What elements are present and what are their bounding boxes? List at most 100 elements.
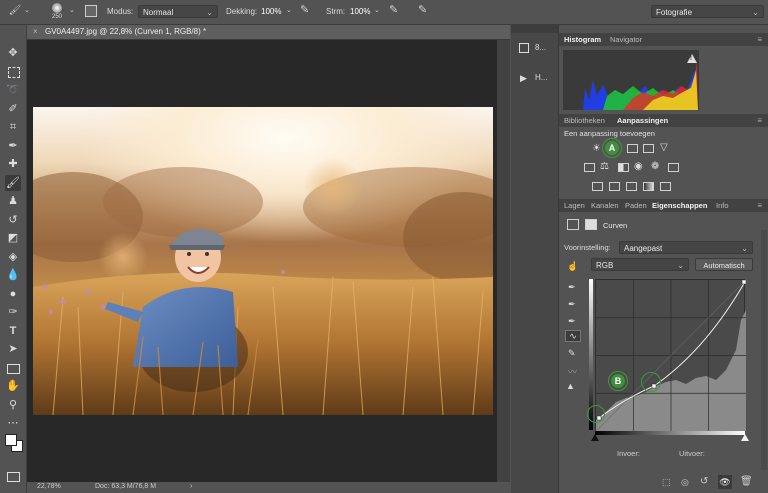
pencil-draw-icon[interactable]: ✎ [568, 348, 576, 359]
preset-label: Voorinstelling: [564, 243, 611, 252]
channel-select[interactable]: RGB ⌄ [591, 258, 689, 271]
foreground-color-swatch[interactable] [5, 434, 17, 446]
tab-adjustments[interactable]: Aanpassingen [617, 116, 668, 125]
histogram-graph [583, 60, 698, 110]
marquee-tool-icon[interactable] [5, 64, 21, 80]
history-panel-button[interactable]: 8... [515, 39, 555, 57]
vibrance-icon[interactable]: ▽ [660, 142, 668, 153]
curve-point-tool-icon[interactable]: ∿ [565, 330, 581, 342]
blur-tool-icon[interactable]: 💧 [5, 267, 21, 283]
status-menu-arrow[interactable]: › [190, 483, 192, 490]
panel-menu-icon[interactable]: ≡ [757, 116, 762, 125]
workspace-select[interactable]: Fotografie ⌄ [651, 5, 764, 18]
curves-svg [595, 279, 747, 432]
smooth-curve-icon[interactable]: 〰 [568, 365, 577, 378]
document-tab[interactable]: × GV0A4497.jpg @ 22,8% (Curven 1, RGB/8)… [27, 25, 510, 40]
vertical-scrollbar[interactable] [497, 40, 510, 482]
hand-tool-icon[interactable]: ✋ [5, 378, 21, 394]
preset-select[interactable]: Aangepast ⌄ [619, 241, 753, 254]
clone-stamp-tool-icon[interactable]: ♟ [5, 193, 21, 209]
hue-saturation-icon[interactable] [584, 163, 595, 172]
photo-canvas[interactable] [33, 107, 493, 415]
right-panel-dock: Histogram Navigator ≡ ! Bibliotheken Aan… [559, 25, 768, 493]
warning-icon[interactable] [687, 54, 697, 63]
curves-adjustment-icon[interactable] [627, 144, 638, 153]
quick-selection-tool-icon[interactable]: ✐ [5, 101, 21, 117]
black-white-icon[interactable] [618, 163, 629, 172]
airbrush-icon[interactable]: ✎ [389, 5, 398, 16]
brightness-contrast-icon[interactable]: ☀ [592, 143, 601, 154]
clip-to-layer-icon[interactable]: ⬚ [662, 477, 671, 488]
move-tool-icon[interactable]: ✥ [5, 45, 21, 61]
white-point-slider[interactable] [741, 434, 749, 441]
zoom-tool-icon[interactable]: ⚲ [5, 397, 21, 413]
tab-layers[interactable]: Lagen [564, 201, 585, 210]
flow-value[interactable]: 100% [350, 7, 370, 16]
invert-icon[interactable] [592, 182, 603, 191]
threshold-icon[interactable] [626, 182, 637, 191]
eraser-tool-icon[interactable]: ◩ [5, 230, 21, 246]
chevron-down-icon[interactable]: ⌄ [286, 7, 292, 14]
tab-histogram[interactable]: Histogram [564, 35, 601, 44]
color-balance-icon[interactable]: ⚖ [600, 161, 609, 172]
chevron-down-icon[interactable]: ⌄ [24, 7, 30, 14]
layer-mask-icon[interactable] [585, 219, 597, 230]
delete-icon[interactable]: 🗑 [740, 476, 753, 487]
tab-libraries[interactable]: Bibliotheken [564, 116, 605, 125]
healing-brush-tool-icon[interactable]: ✚ [5, 156, 21, 172]
color-lookup-icon[interactable] [668, 163, 679, 172]
clipping-warning-icon[interactable]: ▲ [566, 381, 575, 391]
brush-panel-icon[interactable] [85, 5, 97, 17]
channel-mixer-icon[interactable]: ❁ [651, 161, 659, 172]
chevron-down-icon[interactable]: ⌄ [374, 7, 380, 14]
history-brush-tool-icon[interactable]: ↺ [5, 212, 21, 228]
brush-preset-preview[interactable] [52, 3, 62, 13]
mode-select[interactable]: Normaal ⌄ [138, 5, 218, 18]
white-point-eyedropper-icon[interactable]: ✒ [568, 316, 576, 327]
selective-color-icon[interactable] [660, 182, 671, 191]
gray-point-eyedropper-icon[interactable]: ✒ [568, 299, 576, 310]
tab-properties[interactable]: Eigenschappen [652, 201, 707, 210]
rectangle-tool-icon[interactable] [5, 360, 21, 376]
brush-tool-icon[interactable]: 🖌 [5, 175, 21, 191]
pressure-size-icon[interactable]: ✎ [418, 5, 427, 16]
zoom-level[interactable]: 22,78% [37, 483, 61, 490]
pen-tool-icon[interactable]: ✑ [5, 304, 21, 320]
brush-size-label: 250 [52, 14, 63, 20]
opacity-value[interactable]: 100% [261, 7, 281, 16]
brush-tool-icon[interactable]: 🖌 [8, 6, 22, 16]
path-selection-tool-icon[interactable]: ➤ [5, 341, 21, 357]
actions-panel-button[interactable]: ▶ H... [515, 69, 555, 87]
type-tool-icon[interactable]: T [5, 323, 21, 339]
black-point-slider[interactable] [591, 434, 599, 441]
eyedropper-tool-icon[interactable]: ✒ [5, 138, 21, 154]
gradient-map-icon[interactable] [643, 182, 654, 191]
tab-navigator[interactable]: Navigator [610, 35, 642, 44]
quick-mask-icon[interactable] [5, 468, 21, 484]
tab-info[interactable]: Info [716, 201, 729, 210]
reset-icon[interactable]: ↺ [700, 476, 708, 487]
properties-tab-bar: Lagen Kanalen Paden Eigenschappen Info ≡ [559, 199, 768, 212]
photo-filter-icon[interactable]: ◉ [634, 161, 643, 172]
properties-scrollbar[interactable] [761, 230, 767, 470]
close-icon[interactable]: × [33, 27, 38, 36]
visibility-icon[interactable]: 👁 [718, 475, 732, 489]
panel-menu-icon[interactable]: ≡ [757, 201, 762, 210]
chevron-down-icon[interactable]: ⌄ [69, 7, 75, 14]
pressure-opacity-icon[interactable]: ✎ [300, 5, 309, 16]
tab-channels[interactable]: Kanalen [591, 201, 619, 210]
dodge-tool-icon[interactable]: ● [5, 286, 21, 302]
panel-menu-icon[interactable]: ≡ [757, 35, 762, 44]
auto-button[interactable]: Automatisch [695, 258, 753, 271]
more-tools-icon[interactable]: ⋯ [5, 415, 21, 431]
target-adjust-icon[interactable]: ☝ [567, 261, 578, 272]
paint-bucket-tool-icon[interactable]: ◈ [5, 249, 21, 265]
posterize-icon[interactable] [609, 182, 620, 191]
view-previous-state-icon[interactable]: ◎ [681, 477, 689, 488]
tab-paths[interactable]: Paden [625, 201, 647, 210]
black-point-eyedropper-icon[interactable]: ✒ [568, 282, 576, 293]
curves-graph[interactable] [595, 279, 747, 432]
lasso-tool-icon[interactable]: ➰ [5, 82, 21, 98]
exposure-adjustment-icon[interactable] [643, 144, 654, 153]
crop-tool-icon[interactable]: ⌗ [5, 119, 21, 135]
